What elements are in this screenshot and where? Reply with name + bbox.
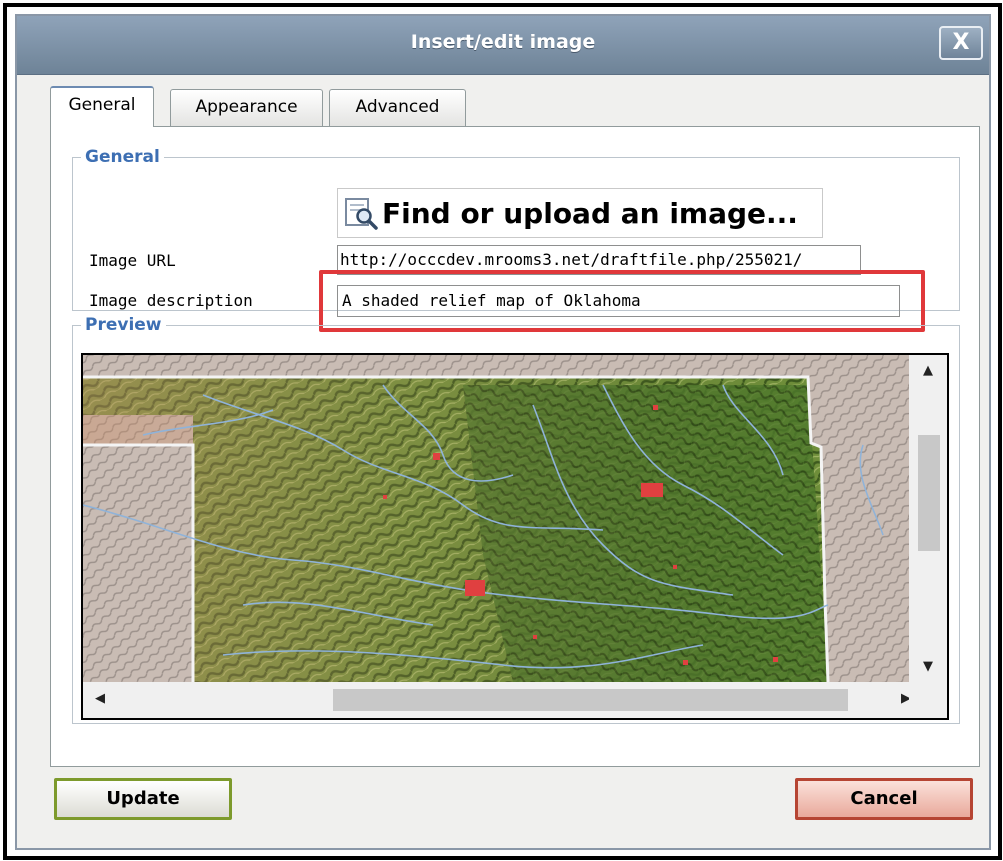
- horizontal-scroll-thumb[interactable]: [333, 689, 848, 711]
- scrollbar-corner: [909, 682, 947, 718]
- title-bar[interactable]: Insert/edit image X: [17, 16, 989, 75]
- insert-edit-image-dialog: Insert/edit image X General Appearance A…: [15, 14, 991, 850]
- vertical-scrollbar[interactable]: ▲ ▼: [909, 355, 947, 682]
- find-upload-image-button[interactable]: Find or upload an image...: [337, 188, 823, 238]
- image-search-icon: [345, 198, 378, 230]
- close-button[interactable]: X: [939, 26, 983, 60]
- oklahoma-relief-map-image: [83, 355, 909, 682]
- scroll-left-arrow-icon[interactable]: ◀: [95, 691, 105, 706]
- preview-legend: Preview: [85, 315, 162, 335]
- image-description-label: Image description: [89, 291, 253, 310]
- general-legend: General: [85, 147, 160, 167]
- scroll-up-arrow-icon[interactable]: ▲: [909, 363, 947, 378]
- general-fieldset: General Find or upload an image... Image…: [72, 147, 960, 332]
- tab-advanced[interactable]: Advanced: [329, 89, 466, 126]
- preview-fieldset: Preview ▲ ▼ ◀ ▶: [72, 315, 960, 724]
- scroll-down-arrow-icon[interactable]: ▼: [909, 659, 947, 674]
- cancel-button[interactable]: Cancel: [795, 778, 973, 820]
- dialog-title: Insert/edit image: [410, 31, 596, 53]
- tab-appearance[interactable]: Appearance: [170, 89, 323, 126]
- image-url-label: Image URL: [89, 251, 176, 270]
- update-button[interactable]: Update: [54, 778, 232, 820]
- general-tab-panel: General Find or upload an image... Image…: [50, 126, 980, 767]
- vertical-scroll-thumb[interactable]: [918, 435, 940, 551]
- tab-general[interactable]: General: [50, 86, 154, 127]
- preview-frame: ▲ ▼ ◀ ▶: [81, 353, 949, 720]
- find-upload-label: Find or upload an image...: [382, 196, 798, 230]
- horizontal-scrollbar[interactable]: ◀ ▶: [83, 682, 911, 718]
